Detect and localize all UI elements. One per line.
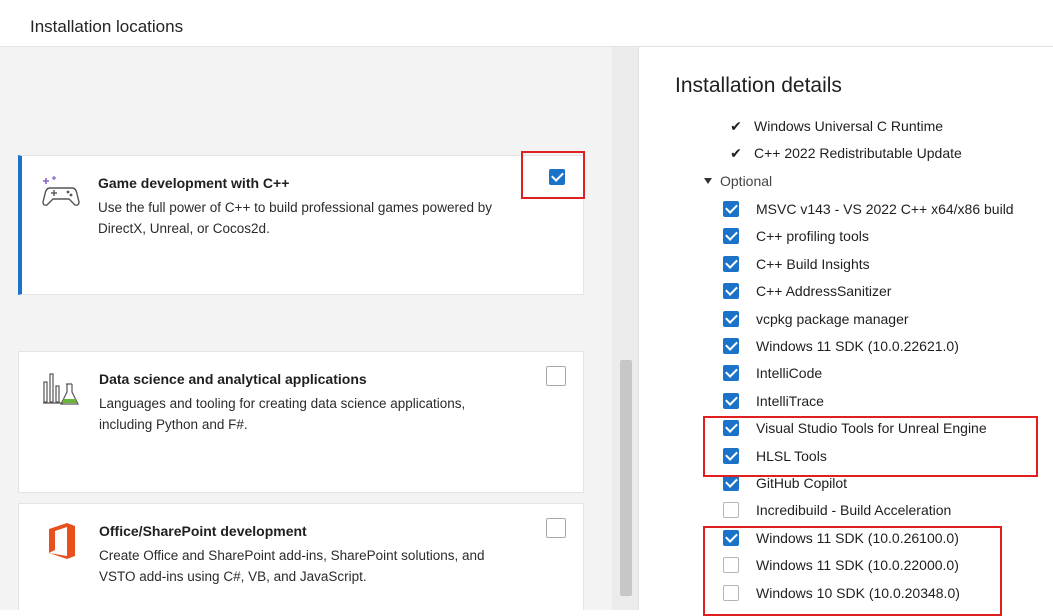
optional-component-label: IntelliCode [756, 365, 823, 381]
workloads-scrollbar-thumb[interactable] [620, 360, 632, 596]
highlight-box-workload-checkbox [521, 151, 585, 199]
optional-label: Optional [720, 173, 773, 189]
optional-component-checkbox[interactable] [723, 283, 739, 299]
optional-component-checkbox[interactable] [723, 475, 739, 491]
highlight-box-windows-sdks [703, 526, 1002, 616]
optional-component-checkbox[interactable] [723, 201, 739, 217]
workload-title: Game development with C++ [98, 175, 290, 191]
optional-component-checkbox[interactable] [723, 256, 739, 272]
workload-checkbox-office-sharepoint[interactable] [546, 518, 566, 538]
optional-component-checkbox[interactable] [723, 338, 739, 354]
optional-component-checkbox[interactable] [723, 502, 739, 518]
panel-divider [638, 47, 639, 610]
tab-installation-locations[interactable]: Installation locations [30, 17, 183, 37]
workload-title: Data science and analytical applications [99, 371, 367, 387]
highlight-box-unreal-hlsl [703, 416, 1038, 477]
optional-component-row[interactable]: Incredibuild - Build Acceleration [723, 497, 951, 523]
workload-card-game-development[interactable]: Game development with C++ Use the full p… [18, 155, 584, 295]
optional-component-checkbox[interactable] [723, 393, 739, 409]
workload-card-data-science[interactable]: Data science and analytical applications… [18, 351, 584, 493]
optional-component-row[interactable]: C++ Build Insights [723, 251, 870, 277]
optional-component-label: MSVC v143 - VS 2022 C++ x64/x86 build [756, 201, 1014, 217]
workload-description: Use the full power of C++ to build profe… [98, 200, 492, 236]
workload-description: Languages and tooling for creating data … [99, 396, 466, 432]
caret-down-icon[interactable] [704, 178, 712, 184]
tab-header: Installation locations [0, 0, 1053, 47]
optional-component-row[interactable]: IntelliTrace [723, 388, 824, 414]
gamepad-icon [42, 176, 80, 206]
optional-component-label: C++ profiling tools [756, 228, 869, 244]
included-item-label: Windows Universal C Runtime [754, 118, 944, 134]
optional-component-checkbox[interactable] [723, 228, 739, 244]
optional-component-label: Incredibuild - Build Acceleration [756, 502, 952, 518]
optional-component-row[interactable]: C++ profiling tools [723, 223, 869, 249]
optional-component-label: vcpkg package manager [756, 311, 909, 327]
optional-component-row[interactable]: IntelliCode [723, 360, 822, 386]
checkbox[interactable] [546, 518, 566, 538]
workload-title: Office/SharePoint development [99, 523, 307, 539]
optional-component-checkbox[interactable] [723, 311, 739, 327]
optional-section-header[interactable]: Optional [704, 168, 772, 194]
included-item-label: C++ 2022 Redistributable Update [754, 145, 962, 161]
checkmark-icon: ✔ [730, 144, 742, 161]
optional-component-row[interactable]: Windows 11 SDK (10.0.22621.0) [723, 333, 959, 359]
workload-description: Create Office and SharePoint add-ins, Sh… [99, 548, 485, 584]
optional-component-row[interactable]: C++ AddressSanitizer [723, 278, 891, 304]
optional-component-row[interactable]: MSVC v143 - VS 2022 C++ x64/x86 build [723, 196, 1014, 222]
installation-details-title: Installation details [675, 74, 842, 97]
optional-component-label: C++ AddressSanitizer [756, 283, 892, 299]
checkbox[interactable] [546, 366, 566, 386]
checkmark-icon: ✔ [730, 117, 742, 134]
data-science-icon [43, 373, 79, 405]
optional-component-label: IntelliTrace [756, 393, 824, 409]
included-item: ✔ C++ 2022 Redistributable Update [728, 140, 962, 166]
optional-component-row[interactable]: vcpkg package manager [723, 306, 909, 332]
office-icon [49, 523, 75, 559]
optional-component-label: C++ Build Insights [756, 256, 870, 272]
workload-checkbox-data-science[interactable] [546, 366, 566, 386]
optional-component-checkbox[interactable] [723, 365, 739, 381]
workload-card-office-sharepoint[interactable]: Office/SharePoint development Create Off… [18, 503, 584, 610]
optional-component-label: GitHub Copilot [756, 475, 848, 491]
optional-component-label: Windows 11 SDK (10.0.22621.0) [756, 338, 959, 354]
included-item: ✔ Windows Universal C Runtime [728, 113, 943, 139]
